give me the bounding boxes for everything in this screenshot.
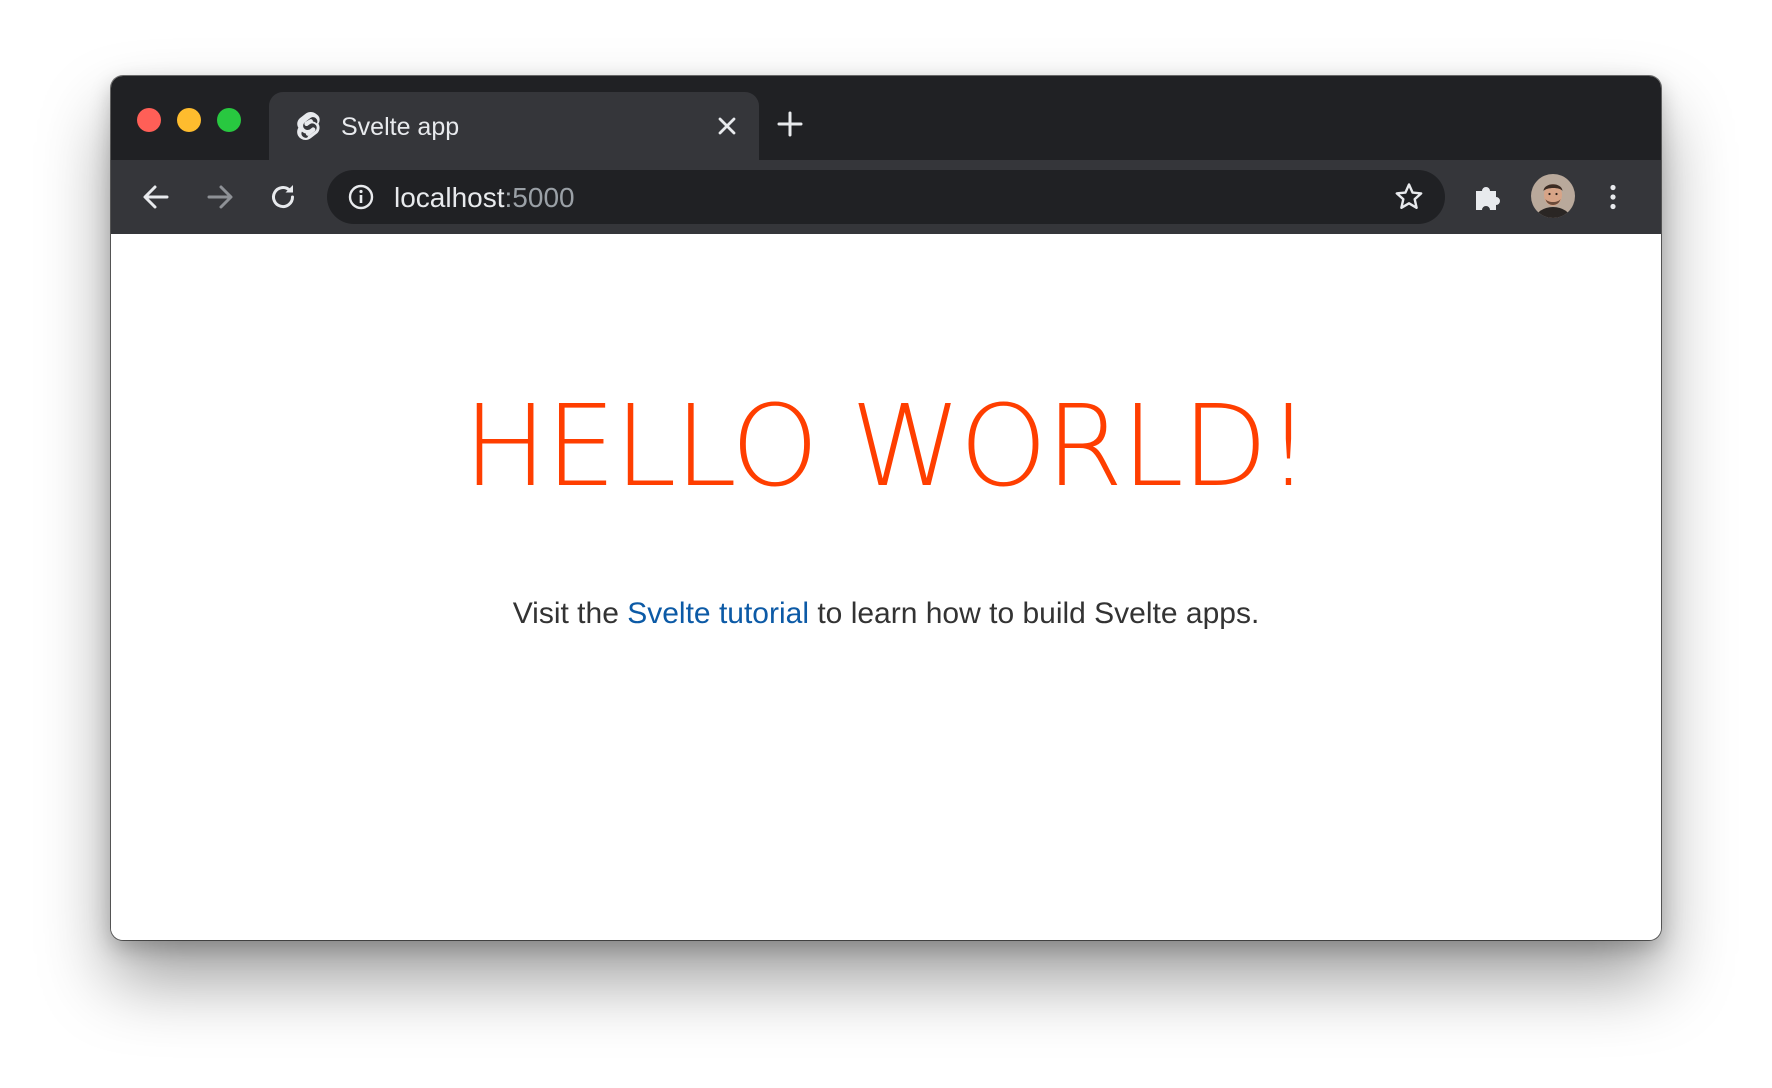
close-icon[interactable] <box>713 112 741 140</box>
puzzle-icon[interactable] <box>1471 180 1505 214</box>
url-text: localhost:5000 <box>394 182 575 214</box>
arrow-right-icon[interactable] <box>203 180 237 214</box>
page-heading: HELLO WORLD! <box>111 382 1661 512</box>
tab-strip: Svelte app <box>111 76 1661 160</box>
intro-text-before: Visit the <box>512 597 628 630</box>
tab-title: Svelte app <box>341 113 460 141</box>
svelte-logo-icon <box>297 112 320 140</box>
browser-window: Svelte app localhost:5000 HELLO WORLD! V… <box>111 76 1661 940</box>
profile-photo-icon <box>1531 174 1575 218</box>
plus-icon[interactable] <box>775 109 805 139</box>
browser-toolbar: localhost:5000 <box>111 160 1661 234</box>
heading-text: HELLO WORLD! <box>463 382 1311 512</box>
url-port: :5000 <box>504 182 575 213</box>
screenshot-stage: Svelte app localhost:5000 HELLO WORLD! V… <box>0 0 1772 1088</box>
kebab-menu-icon[interactable] <box>1596 180 1630 214</box>
page-viewport: HELLO WORLD! Visit the Svelte tutorial t… <box>111 234 1661 940</box>
window-close-button[interactable] <box>137 108 161 132</box>
avatar[interactable] <box>1531 174 1575 218</box>
intro-paragraph: Visit the Svelte tutorial to learn how t… <box>111 596 1661 632</box>
tab-svelte-app[interactable]: Svelte app <box>269 92 759 160</box>
intro-text-after: to learn how to build Svelte apps. <box>809 597 1260 630</box>
star-icon[interactable] <box>1393 181 1425 213</box>
info-icon[interactable] <box>347 183 375 211</box>
arrow-left-icon[interactable] <box>139 180 173 214</box>
svelte-tutorial-link[interactable]: Svelte tutorial <box>627 597 809 630</box>
window-minimize-button[interactable] <box>177 108 201 132</box>
url-host: localhost <box>394 182 505 213</box>
address-bar[interactable]: localhost:5000 <box>327 170 1445 224</box>
window-maximize-button[interactable] <box>217 108 241 132</box>
reload-icon[interactable] <box>266 180 300 214</box>
